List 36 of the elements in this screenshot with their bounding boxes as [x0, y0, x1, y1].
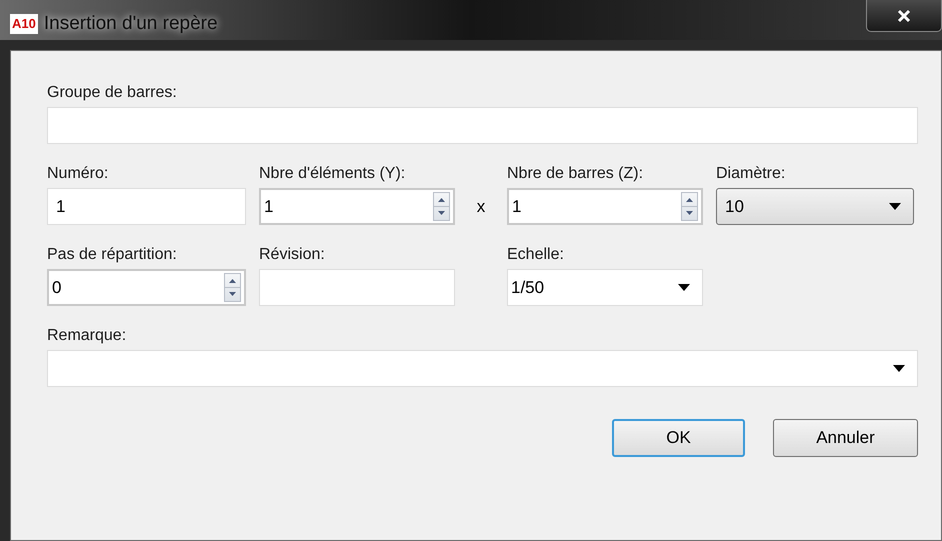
field-value: 1/50	[511, 276, 544, 299]
window-title: Insertion d'un repère	[44, 12, 218, 36]
dropdown-select[interactable]: 10	[716, 188, 914, 225]
field-value: 1	[56, 196, 66, 218]
spinner-control[interactable]	[224, 273, 241, 302]
field-label: Nbre de barres (Z):	[507, 164, 644, 183]
combo-field[interactable]: 1/50	[507, 269, 703, 306]
field-value: 0	[52, 276, 62, 299]
text-field[interactable]	[47, 107, 918, 144]
field-label: Echelle:	[507, 245, 565, 264]
field-label: Groupe de barres:	[47, 83, 178, 102]
field-value: 1	[512, 196, 522, 218]
field-label: Remarque:	[47, 326, 128, 345]
field-label: Révision:	[259, 245, 326, 264]
close-button[interactable]	[866, 0, 942, 32]
dialog-button[interactable]: Annuler	[773, 419, 918, 457]
text-field[interactable]: 1	[47, 188, 246, 225]
field-label: Nbre d'éléments (Y):	[259, 164, 406, 183]
dropdown-caret-icon[interactable]	[678, 284, 690, 291]
combo-field[interactable]	[47, 350, 918, 387]
field-value: 1	[264, 196, 274, 218]
spin-field[interactable]: 1	[507, 188, 703, 225]
multiply-sign: x	[476, 196, 486, 218]
dropdown-caret-icon[interactable]	[889, 203, 901, 210]
spin-field[interactable]: 1	[259, 188, 455, 225]
field-label: Diamètre:	[716, 164, 786, 183]
spinner-control[interactable]	[681, 192, 698, 221]
spin-field[interactable]: 0	[47, 269, 246, 306]
app-icon: A10	[10, 14, 38, 34]
field-label: Numéro:	[47, 164, 110, 183]
dropdown-caret-icon[interactable]	[893, 365, 905, 372]
field-label: Pas de répartition:	[47, 245, 178, 264]
text-field[interactable]	[259, 269, 455, 306]
dialog-button[interactable]: OK	[612, 419, 745, 457]
spinner-control[interactable]	[433, 192, 450, 221]
close-icon	[897, 8, 911, 22]
